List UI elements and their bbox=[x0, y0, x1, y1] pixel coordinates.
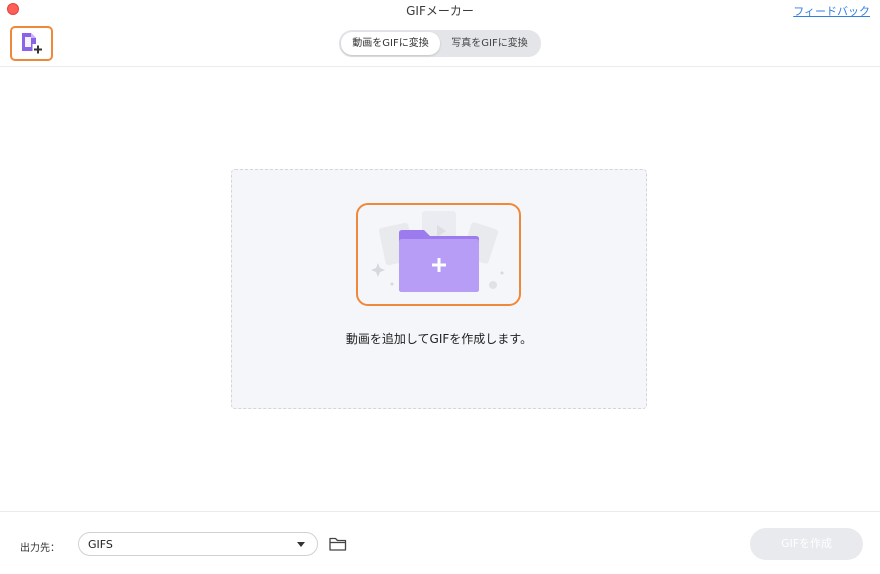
mode-switch: 動画をGIFに変換 写真をGIFに変換 bbox=[339, 30, 541, 57]
tab-photo-to-gif[interactable]: 写真をGIFに変換 bbox=[440, 32, 539, 55]
window-title: GIFメーカー bbox=[406, 4, 474, 18]
output-label: 出力先： bbox=[20, 543, 60, 554]
tab-video-to-gif[interactable]: 動画をGIFに変換 bbox=[341, 32, 440, 55]
add-folder-icon bbox=[371, 211, 504, 292]
footer-bar: 出力先： GIFS GIFを作成 bbox=[0, 511, 880, 574]
drop-zone[interactable]: 動画を追加してGIFを作成します。 bbox=[231, 169, 647, 409]
chevron-down-icon bbox=[297, 542, 305, 547]
open-folder-button[interactable] bbox=[328, 534, 348, 554]
add-file-icon bbox=[22, 33, 44, 55]
folder-icon bbox=[329, 537, 347, 551]
feedback-link[interactable]: フィードバック bbox=[793, 3, 870, 19]
add-file-button[interactable] bbox=[10, 26, 53, 61]
output-folder-value: GIFS bbox=[88, 538, 113, 551]
title-bar: GIFメーカー フィードバック bbox=[0, 0, 880, 20]
drop-zone-hint: 動画を追加してGIFを作成します。 bbox=[345, 332, 533, 346]
add-media-button[interactable] bbox=[356, 203, 521, 306]
toolbar: 動画をGIFに変換 写真をGIFに変換 bbox=[0, 20, 880, 67]
output-folder-select[interactable]: GIFS bbox=[78, 532, 318, 556]
create-gif-button[interactable]: GIFを作成 bbox=[750, 528, 863, 560]
